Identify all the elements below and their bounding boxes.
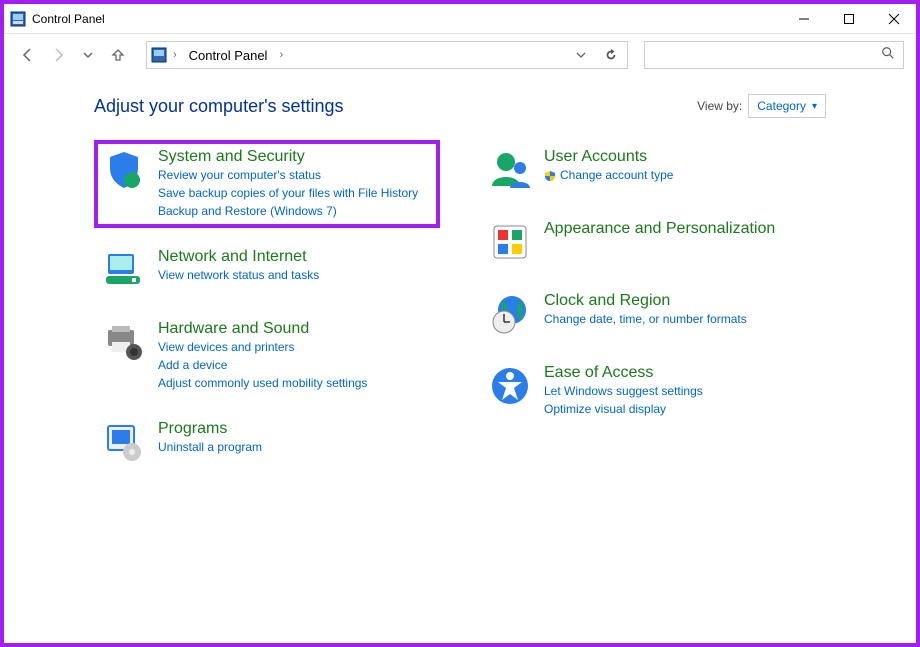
category-link[interactable]: Change date, time, or number formats: [544, 310, 747, 328]
globe-network-icon: [102, 248, 146, 292]
accessibility-icon: [488, 364, 532, 408]
category-link[interactable]: Change account type: [544, 166, 673, 184]
category-ease-of-access[interactable]: Ease of Access Let Windows suggest setti…: [480, 356, 826, 426]
window-frame: Control Panel › Control Panel › Adju: [0, 0, 920, 647]
printer-camera-icon: [102, 320, 146, 364]
chevron-down-icon: ▾: [812, 101, 817, 112]
category-link[interactable]: Adjust commonly used mobility settings: [158, 374, 367, 392]
control-panel-icon: [10, 11, 26, 27]
viewby-value: Category: [757, 99, 806, 113]
category-link[interactable]: View network status and tasks: [158, 266, 319, 284]
category-link[interactable]: Uninstall a program: [158, 438, 262, 456]
breadcrumb[interactable]: Control Panel: [183, 46, 274, 65]
category-link[interactable]: Save backup copies of your files with Fi…: [158, 184, 418, 202]
category-link[interactable]: Review your computer's status: [158, 166, 418, 184]
back-button[interactable]: [16, 43, 40, 67]
minimize-button[interactable]: [781, 4, 826, 34]
category-link[interactable]: Backup and Restore (Windows 7): [158, 202, 418, 220]
category-title[interactable]: User Accounts: [544, 148, 673, 166]
forward-button[interactable]: [46, 43, 70, 67]
category-programs[interactable]: Programs Uninstall a program: [94, 412, 440, 472]
up-button[interactable]: [106, 43, 130, 67]
right-column: User Accounts Change account type Appear…: [480, 140, 826, 426]
content-header: Adjust your computer's settings View by:…: [94, 94, 826, 118]
category-clock-region[interactable]: Clock and Region Change date, time, or n…: [480, 284, 826, 344]
category-title[interactable]: Ease of Access: [544, 364, 703, 382]
chevron-right-icon: ›: [173, 49, 177, 61]
category-title[interactable]: Hardware and Sound: [158, 320, 367, 338]
category-title[interactable]: Programs: [158, 420, 262, 438]
appearance-icon: [488, 220, 532, 264]
category-link[interactable]: Optimize visual display: [544, 400, 703, 418]
address-bar[interactable]: › Control Panel ›: [146, 41, 628, 69]
category-link[interactable]: Let Windows suggest settings: [544, 382, 703, 400]
category-title[interactable]: Clock and Region: [544, 292, 747, 310]
category-system-security[interactable]: System and Security Review your computer…: [94, 140, 440, 228]
category-grid: System and Security Review your computer…: [94, 140, 826, 472]
category-hardware[interactable]: Hardware and Sound View devices and prin…: [94, 312, 440, 400]
category-link[interactable]: Add a device: [158, 356, 367, 374]
left-column: System and Security Review your computer…: [94, 140, 440, 472]
refresh-button[interactable]: [599, 43, 623, 67]
category-user-accounts[interactable]: User Accounts Change account type: [480, 140, 826, 200]
navigation-row: › Control Panel ›: [4, 34, 916, 76]
location-icon: [151, 47, 167, 63]
viewby-label: View by:: [697, 99, 742, 113]
category-link[interactable]: View devices and printers: [158, 338, 367, 356]
window-title: Control Panel: [32, 12, 781, 26]
category-network[interactable]: Network and Internet View network status…: [94, 240, 440, 300]
programs-icon: [102, 420, 146, 464]
search-box[interactable]: [644, 41, 904, 69]
clock-globe-icon: [488, 292, 532, 336]
search-input[interactable]: [653, 48, 881, 63]
category-title[interactable]: System and Security: [158, 148, 418, 166]
search-icon[interactable]: [881, 46, 895, 65]
category-title[interactable]: Appearance and Personalization: [544, 220, 775, 238]
user-accounts-icon: [488, 148, 532, 192]
category-title[interactable]: Network and Internet: [158, 248, 319, 266]
content-area: Adjust your computer's settings View by:…: [4, 76, 916, 643]
category-appearance[interactable]: Appearance and Personalization: [480, 212, 826, 272]
page-title: Adjust your computer's settings: [94, 96, 697, 117]
recent-dropdown[interactable]: [76, 43, 100, 67]
chevron-right-icon[interactable]: ›: [279, 49, 283, 61]
uac-shield-icon: [544, 169, 556, 181]
shield-pc-icon: [102, 148, 146, 192]
maximize-button[interactable]: [826, 4, 871, 34]
expand-dropdown[interactable]: [569, 43, 593, 67]
titlebar: Control Panel: [4, 4, 916, 34]
close-button[interactable]: [871, 4, 916, 34]
viewby-button[interactable]: Category ▾: [748, 94, 826, 118]
